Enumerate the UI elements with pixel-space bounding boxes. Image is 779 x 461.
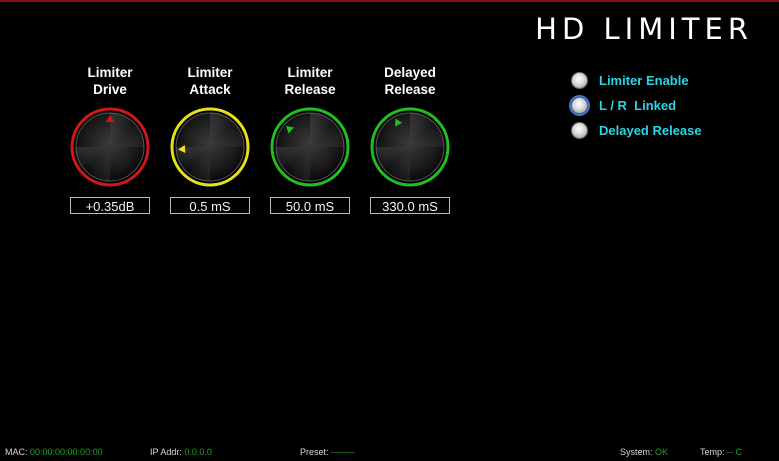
system-value: OK: [655, 447, 669, 457]
options-panel: Limiter Enable L / R Linked Delayed Rele…: [571, 68, 702, 143]
knob-label-text: Limiter Drive: [87, 65, 133, 97]
delayed-release-radio[interactable]: [571, 122, 588, 139]
knob-label-text: Limiter Release: [284, 65, 336, 97]
system-label: System:: [620, 447, 653, 457]
preset-label: Preset:: [300, 447, 329, 457]
option-label: Limiter Enable: [599, 73, 689, 88]
system-status: System: OK: [620, 447, 668, 457]
knob-graphic: [170, 107, 250, 187]
knob-label: Limiter Attack: [160, 64, 260, 100]
mac-status: MAC: 00:00:00:00:00:00: [5, 447, 103, 457]
option-limiter-enable[interactable]: Limiter Enable: [571, 68, 702, 93]
option-lr-linked[interactable]: L / R Linked: [571, 93, 702, 118]
knob-group-limiter-release: Limiter Release 50.0 mS: [260, 64, 360, 214]
knob-group-delayed-release: Delayed Release 330.0 mS: [360, 64, 460, 214]
option-label: Delayed Release: [599, 123, 702, 138]
top-border: [0, 0, 779, 2]
limiter-attack-knob[interactable]: [168, 105, 252, 189]
limiter-release-knob[interactable]: [268, 105, 352, 189]
limiter-release-readout[interactable]: 50.0 mS: [270, 197, 350, 214]
option-delayed-release[interactable]: Delayed Release: [571, 118, 702, 143]
mac-value: 00:00:00:00:00:00: [30, 447, 103, 457]
knob-label: Delayed Release: [360, 64, 460, 100]
knob-label-text: Limiter Attack: [187, 65, 233, 97]
ip-label: IP Addr:: [150, 447, 182, 457]
ip-value: 0.0.0.0: [184, 447, 212, 457]
temp-status: Temp: -- C: [700, 447, 742, 457]
status-bar: MAC: 00:00:00:00:00:00 IP Addr: 0.0.0.0 …: [0, 447, 779, 459]
delayed-release-knob[interactable]: [368, 105, 452, 189]
mac-label: MAC:: [5, 447, 28, 457]
limiter-enable-radio[interactable]: [571, 72, 588, 89]
delayed-release-readout[interactable]: 330.0 mS: [370, 197, 450, 214]
knob-group-limiter-attack: Limiter Attack 0.5 mS: [160, 64, 260, 214]
lr-linked-radio[interactable]: [571, 97, 588, 114]
knob-label: Limiter Release: [260, 64, 360, 100]
temp-value: -- C: [727, 447, 743, 457]
limiter-attack-readout[interactable]: 0.5 mS: [170, 197, 250, 214]
option-label: L / R Linked: [599, 98, 677, 113]
limiter-drive-readout[interactable]: +0.35dB: [70, 197, 150, 214]
temp-label: Temp:: [700, 447, 725, 457]
knob-group-limiter-drive: Limiter Drive +0.35dB: [60, 64, 160, 214]
ip-status: IP Addr: 0.0.0.0: [150, 447, 212, 457]
knob-label: Limiter Drive: [60, 64, 160, 100]
knob-graphic: [70, 107, 150, 187]
limiter-drive-knob[interactable]: [68, 105, 152, 189]
knob-graphic: [270, 107, 350, 187]
preset-value: --------: [331, 447, 356, 457]
preset-status: Preset: --------: [300, 447, 355, 457]
app-title: HD LIMITER: [535, 12, 753, 46]
knob-label-text: Delayed Release: [384, 65, 436, 97]
knob-graphic: [370, 107, 450, 187]
